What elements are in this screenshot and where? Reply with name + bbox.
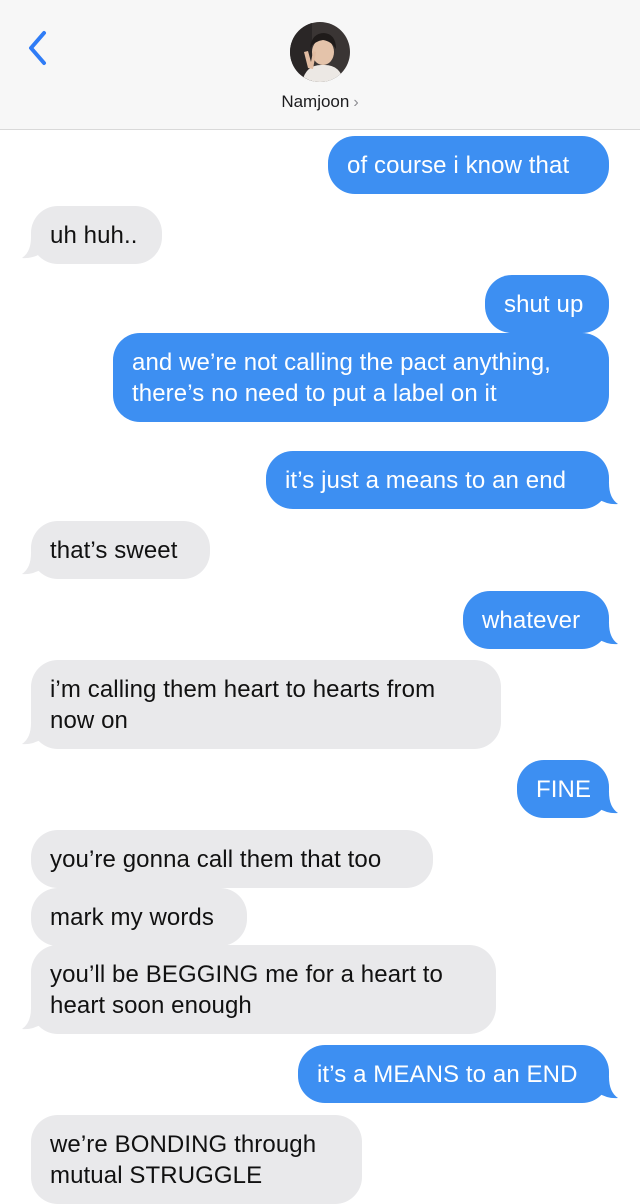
bubble-tail bbox=[598, 792, 618, 814]
message-bubble-incoming[interactable]: you’re gonna call them that too bbox=[31, 830, 433, 888]
message-bubble-incoming[interactable]: we’re BONDING through mutual STRUGGLE bbox=[31, 1115, 362, 1204]
message-bubble-incoming[interactable]: mark my words bbox=[31, 888, 247, 946]
bubble-tail bbox=[22, 723, 42, 745]
bubble-tail bbox=[598, 1077, 618, 1099]
message-bubble-incoming[interactable]: uh huh.. bbox=[31, 206, 162, 264]
bubble-tail bbox=[22, 237, 42, 259]
message-bubble-outgoing[interactable]: it’s just a means to an end bbox=[266, 451, 609, 509]
message-bubble-outgoing[interactable]: FINE bbox=[517, 760, 609, 818]
message-bubble-outgoing[interactable]: of course i know that bbox=[328, 136, 609, 194]
message-bubble-incoming[interactable]: you’ll be BEGGING me for a heart to hear… bbox=[31, 945, 496, 1034]
message-bubble-outgoing[interactable]: and we’re not calling the pact anything,… bbox=[113, 333, 609, 422]
bubble-tail bbox=[598, 623, 618, 645]
bubble-tail bbox=[598, 483, 618, 505]
message-thread: of course i know that uh huh.. shut up a… bbox=[0, 0, 640, 1204]
message-bubble-incoming[interactable]: i’m calling them heart to hearts from no… bbox=[31, 660, 501, 749]
message-bubble-incoming[interactable]: that’s sweet bbox=[31, 521, 210, 579]
message-bubble-outgoing[interactable]: it’s a MEANS to an END bbox=[298, 1045, 609, 1103]
message-bubble-outgoing[interactable]: whatever bbox=[463, 591, 609, 649]
bubble-tail bbox=[22, 553, 42, 575]
bubble-tail bbox=[22, 1008, 42, 1030]
message-bubble-outgoing[interactable]: shut up bbox=[485, 275, 609, 333]
